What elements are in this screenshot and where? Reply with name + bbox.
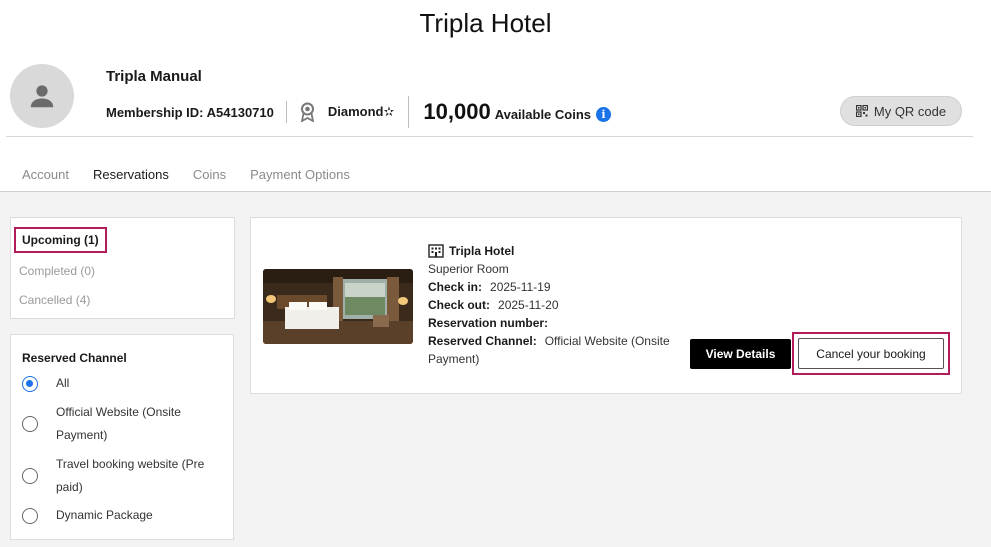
qr-code-icon	[855, 105, 868, 117]
check-in-label: Check in:	[428, 280, 483, 294]
divider	[408, 96, 410, 128]
view-details-button[interactable]: View Details	[690, 339, 791, 369]
tab-bar: Account Reservations Coins Payment Optio…	[10, 159, 362, 193]
tab-reservations[interactable]: Reservations	[80, 159, 181, 193]
reservation-number-row: Reservation number:	[428, 314, 688, 332]
check-in-row: Check in: 2025-11-19	[428, 278, 688, 296]
filter-cancelled[interactable]: Cancelled (4)	[19, 293, 90, 307]
radio-option-travel-booking[interactable]: Travel booking website (Pre paid)	[22, 453, 206, 499]
check-out-value: 2025-11-20	[498, 298, 559, 312]
status-filter-panel: Upcoming (1) Completed (0) Cancelled (4)	[10, 217, 235, 319]
booking-card: Tripla Hotel Superior Room Check in: 2025…	[250, 217, 962, 394]
hotel-room-photo	[263, 269, 413, 344]
cancel-highlight: Cancel your booking	[792, 332, 950, 375]
filter-completed[interactable]: Completed (0)	[19, 264, 95, 278]
radio-label: All	[56, 376, 70, 390]
channel-filter-panel: Reserved Channel All Official Website (O…	[10, 334, 234, 540]
room-type: Superior Room	[428, 262, 509, 276]
radio-button[interactable]	[22, 468, 38, 484]
reservation-number-label: Reservation number:	[428, 316, 549, 330]
radio-label: Travel booking website (Pre paid)	[56, 457, 205, 494]
tab-account[interactable]: Account	[10, 159, 81, 193]
tab-coins[interactable]: Coins	[181, 159, 238, 193]
membership-row: Membership ID: A54130710 Diamond✫ 10,000…	[106, 96, 612, 128]
user-name: Tripla Manual	[106, 68, 202, 85]
user-icon	[30, 85, 54, 108]
check-out-label: Check out:	[428, 298, 491, 312]
hotel-name: Tripla Hotel	[449, 244, 515, 258]
cancel-booking-button[interactable]: Cancel your booking	[798, 338, 944, 369]
membership-tier: Diamond✫	[327, 104, 395, 119]
radio-button[interactable]	[22, 375, 38, 392]
divider	[285, 101, 287, 123]
check-out-row: Check out: 2025-11-20	[428, 296, 688, 314]
radio-option-dynamic-package[interactable]: Dynamic Package	[22, 504, 206, 527]
building-icon	[428, 244, 444, 258]
info-icon[interactable]: i	[596, 107, 612, 122]
tab-payment-options[interactable]: Payment Options	[238, 159, 362, 193]
reserved-channel-row: Reserved Channel: Official Website (Onsit…	[428, 332, 688, 368]
hotel-name-row: Tripla Hotel	[428, 242, 688, 260]
radio-option-all[interactable]: All	[22, 372, 206, 395]
radio-label: Dynamic Package	[56, 508, 153, 522]
radio-option-official-website[interactable]: Official Website (Onsite Payment)	[22, 401, 206, 447]
radio-button[interactable]	[22, 416, 38, 432]
channel-filter-title: Reserved Channel	[22, 351, 127, 365]
coins-balance: 10,000	[423, 99, 491, 124]
radio-label: Official Website (Onsite Payment)	[56, 405, 181, 442]
filter-upcoming[interactable]: Upcoming (1)	[14, 227, 107, 253]
coins-label: Available Coins	[494, 107, 592, 122]
award-icon	[299, 102, 316, 122]
membership-id: Membership ID: A54130710	[106, 104, 274, 120]
check-in-value: 2025-11-19	[490, 280, 551, 294]
header-divider	[6, 136, 973, 137]
my-qr-code-button[interactable]: My QR code	[840, 96, 962, 126]
avatar	[10, 64, 74, 128]
radio-button[interactable]	[22, 507, 38, 524]
booking-details: Tripla Hotel Superior Room Check in: 2025…	[428, 242, 688, 368]
page-title: Tripla Hotel	[419, 8, 552, 38]
qr-button-label: My QR code	[873, 103, 947, 119]
reserved-channel-label: Reserved Channel:	[428, 334, 537, 348]
